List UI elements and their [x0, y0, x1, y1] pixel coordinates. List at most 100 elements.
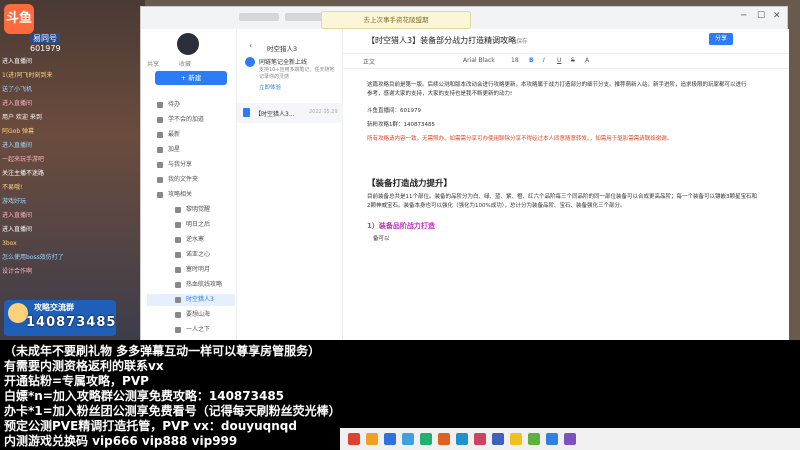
sidebar-item-label: 我的文件夹: [168, 176, 199, 183]
promo-desc: 支持10+应用多端笔记，任天随地记录你的灵感: [259, 67, 335, 80]
sidebar-item-label: 诺亚之心: [186, 251, 211, 258]
app-icon[interactable]: [384, 433, 396, 445]
sidebar-item[interactable]: 诺亚之心: [175, 249, 210, 258]
font-size-select[interactable]: 18: [511, 57, 519, 64]
app-icon[interactable]: [420, 433, 432, 445]
sidebar-item[interactable]: 与我分享: [157, 159, 192, 168]
sidebar-item[interactable]: 我的文件夹: [157, 174, 198, 183]
sidebar-item-label: 黎明觉醒: [186, 206, 211, 213]
folder-icon: [157, 176, 163, 183]
sidebar-item[interactable]: 塞时明月: [175, 264, 210, 273]
app-icon[interactable]: [366, 433, 378, 445]
text-color-button[interactable]: A: [585, 57, 589, 64]
app-icon[interactable]: [510, 433, 522, 445]
warning-line: 所有攻略请内容一致，无需照办。如需需分享可办使用聊除分享不得经过本人同意随意转发…: [367, 136, 673, 142]
body-paragraph: 目前装备总共是11个部位。装备的品阶分为白、绿、蓝、紫、橙、红六个品阶每三个同品…: [367, 194, 758, 209]
sidebar-item[interactable]: 攻略相关: [157, 189, 192, 198]
sidebar-meta-item[interactable]: 共享: [147, 59, 159, 68]
group-title: 攻略交流群: [34, 303, 74, 312]
app-icon[interactable]: [474, 433, 486, 445]
danmaku-message: 设计合作啊: [2, 268, 33, 275]
folder-icon: [175, 311, 181, 318]
app-icon[interactable]: [564, 433, 576, 445]
sidebar-item[interactable]: 一人之下: [175, 324, 210, 333]
danmaku-message: 游戏好玩: [2, 198, 27, 205]
danmaku-message: 进入直播间: [2, 212, 33, 219]
folder-icon: [157, 161, 163, 168]
folder-icon: [157, 101, 163, 108]
sidebar-item[interactable]: 要想山海: [175, 309, 210, 318]
sidebar-item[interactable]: 待办: [157, 99, 180, 108]
sidebar-item-label: 时空猎人3: [186, 296, 214, 303]
danmaku-message: 不易哦!: [2, 184, 23, 191]
sidebar-item-label: 明日之后: [186, 221, 211, 228]
sidebar-item[interactable]: 逆水寒: [175, 234, 204, 243]
back-icon[interactable]: ‹: [249, 41, 252, 50]
maximize-icon[interactable]: ☐: [757, 11, 765, 21]
new-button[interactable]: + 新建: [155, 71, 227, 85]
danmaku-message: 怎么使用boss效仿打了: [2, 254, 64, 261]
danmaku-message: 进入直播间: [2, 58, 33, 65]
bold-button[interactable]: B: [529, 57, 534, 64]
folder-icon: [175, 251, 181, 258]
sidebar-item[interactable]: 热血航线攻略: [175, 279, 222, 288]
doc-name: 【时空猎人3...: [255, 111, 295, 118]
sidebar-item-label: 塞时明月: [186, 266, 211, 273]
folder-icon: [175, 326, 181, 333]
font-select[interactable]: Arial Black: [463, 57, 495, 64]
format-toolbar: 正文 Arial Black 18 B I U S A: [343, 53, 789, 69]
promo-link[interactable]: 立即体验: [259, 83, 281, 91]
app-icon[interactable]: [528, 433, 540, 445]
sidebar-item[interactable]: 黎明觉醒: [175, 204, 210, 213]
app-icon[interactable]: [492, 433, 504, 445]
doc-date: 2022.05.29: [309, 109, 338, 115]
title-bar: 去上次事手资花陵盟期 ─ ☐ ✕: [141, 7, 787, 29]
stream-room-line: 斗鱼直播间：601979: [367, 108, 421, 114]
sidebar-item-label: 待办: [168, 101, 181, 108]
folder-icon: [175, 281, 181, 288]
danmaku-message: 用户 欢迎 来到: [2, 114, 42, 121]
app-icon[interactable]: [546, 433, 558, 445]
promo-card[interactable]: 同链笔记全新上线 支持10+应用多端笔记，任天随地记录你的灵感 立即体验: [245, 55, 337, 93]
italic-button[interactable]: I: [543, 57, 545, 64]
sidebar-item-label: 最新: [168, 131, 181, 138]
sidebar-item[interactable]: 最新: [157, 129, 180, 138]
app-icon[interactable]: [348, 433, 360, 445]
sidebar-item-label: 要想山海: [186, 311, 211, 318]
app-icon[interactable]: [456, 433, 468, 445]
paragraph-style-select[interactable]: 正文: [363, 57, 375, 66]
sidebar-item[interactable]: 学不会的加道: [157, 114, 204, 123]
sidebar-meta-item[interactable]: 收藏: [179, 59, 191, 68]
sidebar-item-label: 与我分享: [168, 161, 193, 168]
notification-banner[interactable]: 去上次事手资花陵盟期: [321, 11, 471, 29]
folder-icon: [175, 221, 181, 228]
sidebar-item[interactable]: 明日之后: [175, 219, 210, 228]
sidebar-item[interactable]: 加星: [157, 144, 180, 153]
intro-paragraph: 这篇攻略目前是第一版。后续公测和版本改动会进行攻略更新，本攻略属于战力打造部分的…: [367, 82, 747, 97]
sidebar-item-label: 热血航线攻略: [186, 281, 223, 288]
promo-line: 内测游戏兑换码 vip666 vip888 vip999: [4, 434, 238, 448]
app-icon[interactable]: [402, 433, 414, 445]
group-number: 140873485: [26, 315, 117, 330]
doc-title[interactable]: 【时空猎人3】装备部分战力打造精调攻略: [367, 35, 516, 46]
folder-icon: [175, 236, 181, 243]
sidebar-meta: 共享 收藏: [147, 59, 191, 68]
folder-icon: [175, 296, 181, 303]
sidebar-item-label: 一人之下: [186, 326, 211, 333]
sync-icon: [245, 57, 255, 67]
close-icon[interactable]: ✕: [773, 11, 781, 21]
sidebar-item-label: 加星: [168, 146, 181, 153]
sub-body: 备可以: [373, 236, 390, 242]
danmaku-message: 一起来玩手游吧: [2, 156, 45, 163]
underline-button[interactable]: U: [557, 57, 561, 64]
share-button[interactable]: 分享: [709, 33, 733, 45]
group-card: 攻略交流群 140873485: [4, 300, 116, 336]
sidebar-item[interactable]: 时空猎人3: [147, 294, 235, 306]
minimize-icon[interactable]: ─: [741, 11, 746, 21]
doc-list-item[interactable]: 【时空猎人3... 2022.05.29: [237, 103, 343, 123]
strike-button[interactable]: S: [571, 57, 575, 64]
danmaku-message: 1(进)阿飞时刻到来: [2, 72, 53, 79]
folder-icon: [157, 146, 163, 153]
avatar[interactable]: [177, 33, 199, 55]
app-icon[interactable]: [438, 433, 450, 445]
